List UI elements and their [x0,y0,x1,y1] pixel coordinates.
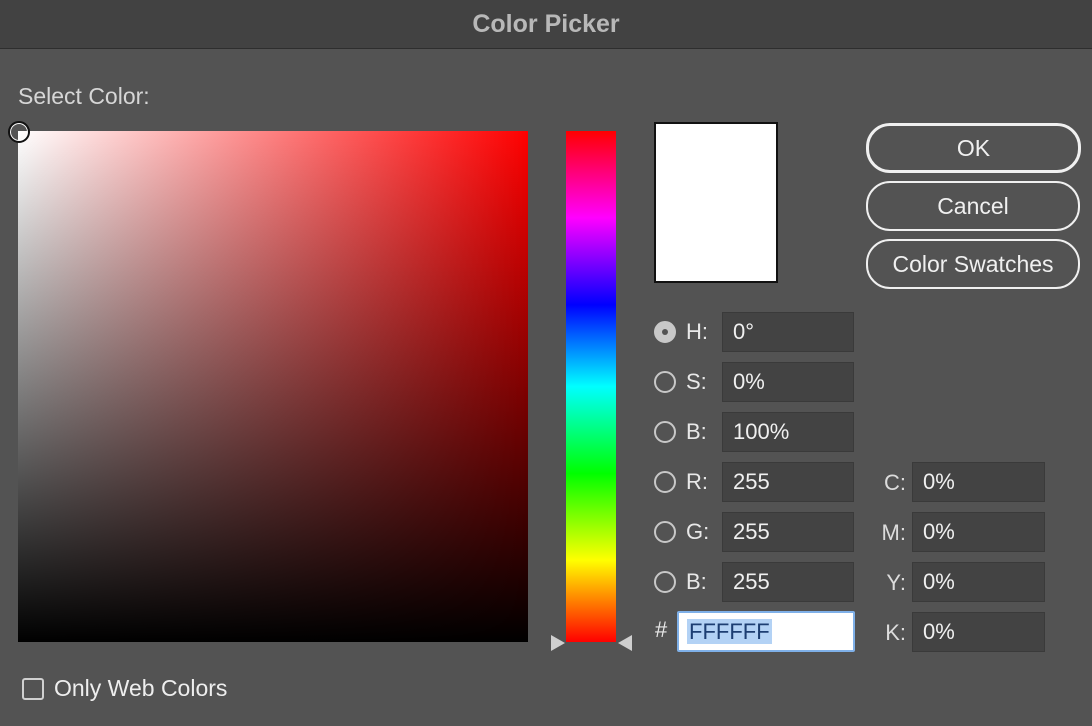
brightness-label: B: [686,419,707,444]
yellow-label: Y: [886,570,906,595]
blue-input[interactable]: 255 [722,562,854,602]
red-label: R: [686,469,708,494]
hex-input[interactable]: FFFFFF [677,611,855,652]
saturation-radio[interactable] [654,371,676,393]
brightness-input[interactable]: 100% [722,412,854,452]
hue-input[interactable]: 0° [722,312,854,352]
select-color-label: Select Color: [18,83,150,109]
brightness-radio[interactable] [654,421,676,443]
only-web-colors-label: Only Web Colors [54,675,228,701]
saturation-input[interactable]: 0% [722,362,854,402]
hex-value-selection: FFFFFF [687,619,772,644]
only-web-colors-checkbox[interactable] [22,677,44,700]
red-input[interactable]: 255 [722,462,854,502]
green-label: G: [686,519,710,544]
hue-label: H: [686,319,708,344]
ok-button[interactable]: OK [866,123,1081,173]
color-field-marker[interactable] [8,121,30,143]
saturation-row: S: [654,361,720,403]
saturation-label: S: [686,369,707,394]
title-bar: Color Picker [0,0,1092,49]
hue-slider-handle-right-icon[interactable] [618,635,632,651]
window-title: Color Picker [472,9,620,38]
only-web-colors-option[interactable]: Only Web Colors [22,675,227,702]
cancel-button[interactable]: Cancel [866,181,1080,231]
blue-label: B: [686,569,707,594]
green-row: G: [654,511,720,553]
color-field[interactable] [8,121,528,642]
hex-prefix: # [655,617,668,642]
red-radio[interactable] [654,471,676,493]
black-input[interactable]: 0% [912,612,1045,652]
magenta-label: M: [881,520,906,545]
hue-radio[interactable] [654,321,676,343]
color-swatches-button[interactable]: Color Swatches [866,239,1080,289]
cyan-input[interactable]: 0% [912,462,1045,502]
color-preview [654,122,778,283]
blue-radio[interactable] [654,571,676,593]
blue-row: B: [654,561,720,603]
hue-slider-handle-left-icon[interactable] [551,635,565,651]
cyan-label: C: [884,470,906,495]
magenta-input[interactable]: 0% [912,512,1045,552]
black-label: K: [885,620,906,645]
hue-slider[interactable] [566,131,616,642]
yellow-input[interactable]: 0% [912,562,1045,602]
brightness-row: B: [654,411,720,453]
hue-row: H: [654,311,720,353]
green-radio[interactable] [654,521,676,543]
red-row: R: [654,461,720,503]
green-input[interactable]: 255 [722,512,854,552]
